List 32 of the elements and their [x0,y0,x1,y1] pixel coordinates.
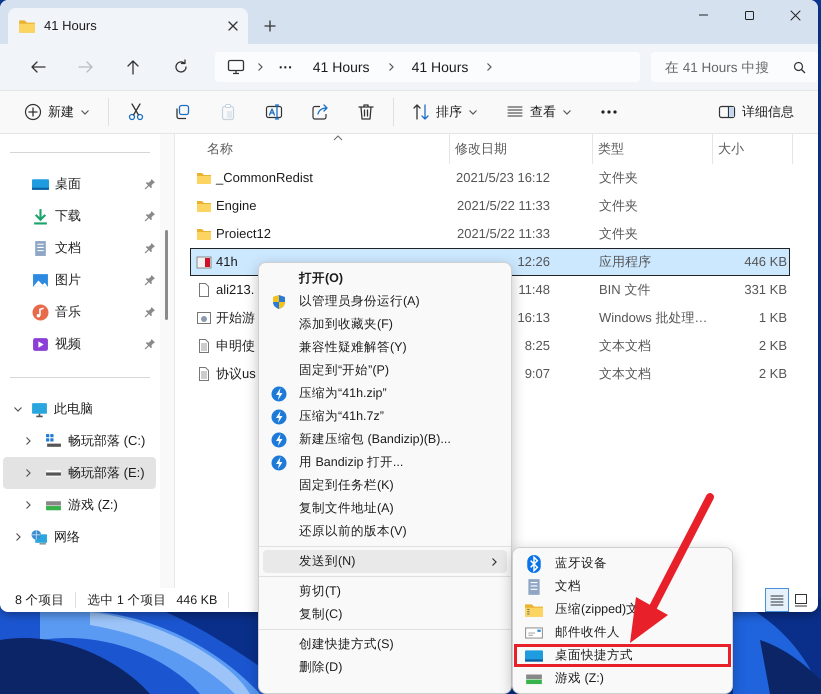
table-cell: Windows 批处理… [599,310,708,326]
status-text: 选中 1 个项目 [87,592,166,609]
table-cell-text: 41h [216,253,238,272]
table-cell-text: 开始游 [216,309,255,328]
table-cell-text: Engine [216,197,256,216]
table-cell: 2021/5/23 16:12 [456,170,550,186]
table-cell: 11:48 [518,282,550,298]
table-cell: BIN 文件 [599,282,650,298]
table-cell: 文件夹 [599,170,638,186]
table-cell-text: Proiect12 [216,225,271,244]
table-cell: 文本文档 [599,366,651,382]
table-cell: 应用程序 [599,254,651,270]
table-cell: 文本文档 [599,338,651,354]
table-cell: 9:07 [524,366,550,382]
table-cell: 2 KB [758,338,787,354]
table-cell: 8:25 [524,338,550,354]
status-text: 8 个项目 [15,592,64,609]
table-cell: 文件夹 [599,226,638,242]
table-cell-text: ali213. [216,281,254,300]
table-cell: 16:13 [517,310,550,326]
table-cell: 331 KB [744,282,787,298]
table-cell: 12:26 [517,254,550,270]
table-cell: 2021/5/22 11:33 [456,198,550,214]
table-cell: 2021/5/22 11:33 [456,226,550,242]
status-text: 446 KB [176,592,218,609]
table-cell-text: 协议us [216,365,256,384]
table-cell: 446 KB [744,254,787,270]
table-cell-text: 申明使 [216,337,255,356]
table-cell: 文件夹 [599,198,638,214]
table-cell-text: _CommonRedist [216,169,313,188]
table-cell: 2 KB [758,366,787,382]
table-cell: 1 KB [758,310,787,326]
